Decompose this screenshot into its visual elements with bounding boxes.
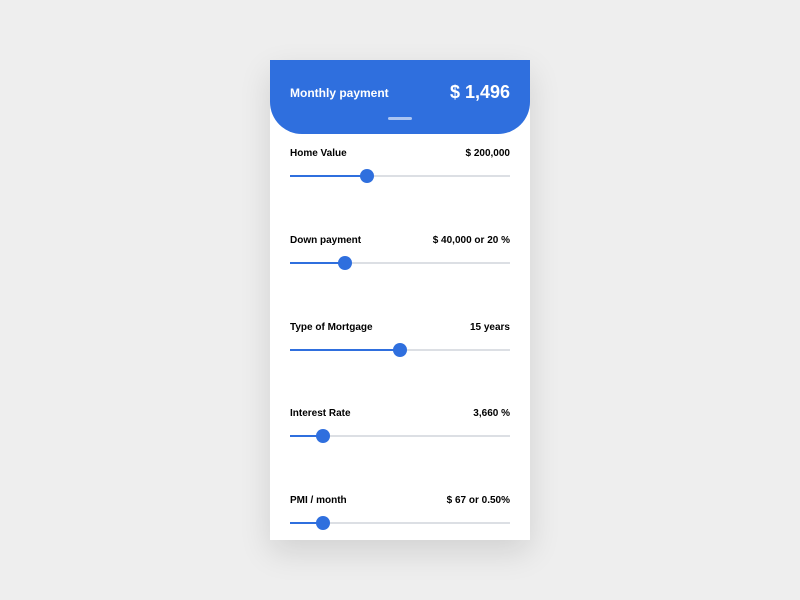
interest-rate-field: Interest Rate 3,660 % [290,408,510,443]
interest-rate-slider[interactable] [290,429,510,443]
mortgage-type-field: Type of Mortgage 15 years [290,322,510,357]
mortgage-type-label: Type of Mortgage [290,322,373,333]
monthly-payment-header: Monthly payment $ 1,496 [270,60,530,134]
pmi-field: PMI / month $ 67 or 0.50% [290,495,510,530]
home-value-label: Home Value [290,148,347,159]
pmi-label: PMI / month [290,495,347,506]
monthly-payment-value: $ 1,496 [450,82,510,103]
drag-handle-icon[interactable] [388,117,412,120]
mortgage-type-slider[interactable] [290,343,510,357]
mortgage-type-value: 15 years [470,322,510,333]
down-payment-slider[interactable] [290,256,510,270]
interest-rate-label: Interest Rate [290,408,351,419]
home-value-slider[interactable] [290,169,510,183]
monthly-payment-label: Monthly payment [290,86,389,100]
home-value-field: Home Value $ 200,000 [290,148,510,183]
interest-rate-value: 3,660 % [473,408,510,419]
pmi-value: $ 67 or 0.50% [447,495,510,506]
mortgage-calculator-card: Monthly payment $ 1,496 Home Value $ 200… [270,60,530,540]
down-payment-amount: $ 40,000 or 20 % [433,235,510,246]
home-value-amount: $ 200,000 [466,148,511,159]
pmi-slider[interactable] [290,516,510,530]
slider-list: Home Value $ 200,000 Down payment $ 40,0… [270,134,530,540]
down-payment-field: Down payment $ 40,000 or 20 % [290,235,510,270]
down-payment-label: Down payment [290,235,361,246]
